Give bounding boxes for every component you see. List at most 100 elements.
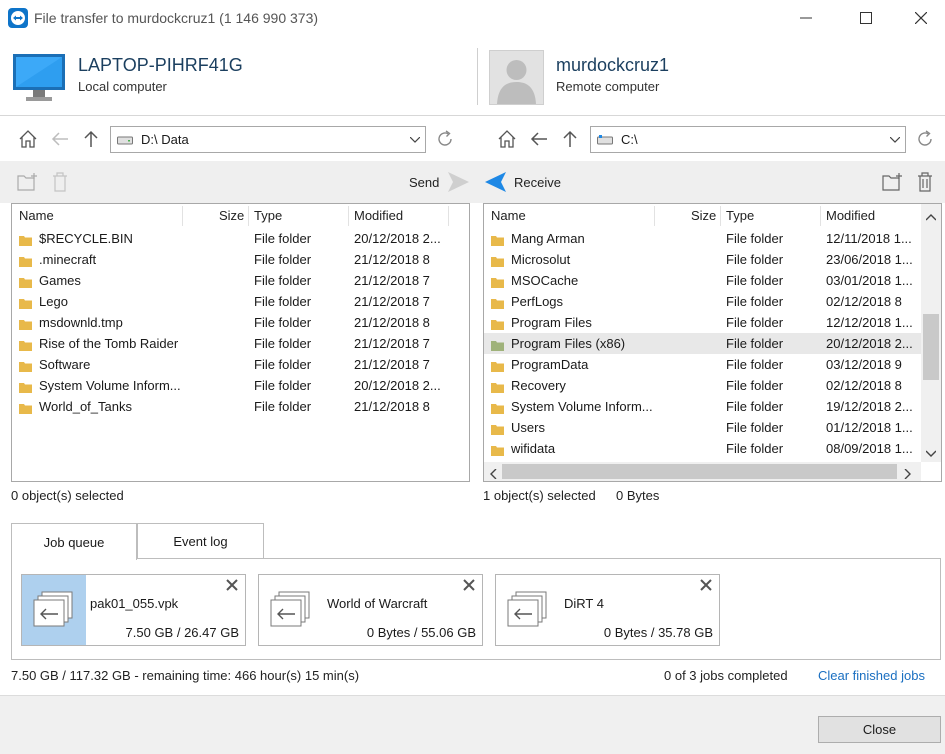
remote-file-list[interactable]: Name Size Type Modified Mang Arman File f… — [483, 203, 942, 482]
col-name[interactable]: Name — [19, 204, 54, 228]
job-card[interactable]: pak01_055.vpk 7.50 GB / 26.47 GB — [21, 574, 246, 646]
remote-delete-icon[interactable] — [913, 170, 937, 194]
remote-up-icon[interactable] — [558, 127, 582, 151]
file-row[interactable]: System Volume Inform... File folder 20/12/… — [12, 375, 469, 396]
scroll-down-icon[interactable] — [925, 445, 937, 460]
file-modified: 21/12/2018 8 — [354, 315, 430, 330]
minimize-button[interactable] — [778, 0, 834, 36]
col-type[interactable]: Type — [726, 204, 754, 228]
remote-refresh-icon[interactable] — [913, 127, 937, 151]
file-name: Program Files (x86) — [511, 336, 626, 351]
send-button[interactable]: Send — [409, 175, 439, 190]
file-name: System Volume Inform... — [39, 378, 181, 393]
file-row[interactable]: Software File folder 21/12/2018 7 — [12, 354, 469, 375]
file-type: File folder — [726, 294, 784, 309]
receive-button[interactable]: Receive — [514, 175, 561, 190]
remote-selection-bytes: 0 Bytes — [616, 488, 660, 503]
file-row[interactable]: Rise of the Tomb Raider File folder 21/12/… — [12, 333, 469, 354]
file-row[interactable]: Program Files File folder 12/12/2018 1... — [484, 312, 921, 333]
local-new-folder-icon[interactable] — [16, 170, 40, 194]
local-path-text: D:\ Data — [141, 132, 189, 147]
file-row[interactable]: PerfLogs File folder 02/12/2018 8 — [484, 291, 921, 312]
folder-icon — [491, 295, 504, 309]
file-row[interactable]: Recovery File folder 02/12/2018 8 — [484, 375, 921, 396]
file-modified: 23/06/2018 1... — [826, 252, 913, 267]
local-up-icon[interactable] — [79, 127, 103, 151]
file-row[interactable]: Lego File folder 21/12/2018 7 — [12, 291, 469, 312]
file-type: File folder — [726, 252, 784, 267]
local-file-list[interactable]: Name Size Type Modified $RECYCLE.BIN File… — [11, 203, 470, 482]
file-row[interactable]: msdownld.tmp File folder 21/12/2018 8 — [12, 312, 469, 333]
file-type: File folder — [726, 336, 784, 351]
local-back-icon[interactable] — [48, 127, 72, 151]
remote-back-icon[interactable] — [527, 127, 551, 151]
file-row[interactable]: System Volume Inform... File folder 19/12/… — [484, 396, 921, 417]
job-progress: 0 Bytes / 55.06 GB — [366, 625, 476, 640]
file-row[interactable]: Mang Arman File folder 12/11/2018 1... — [484, 228, 921, 249]
file-row[interactable]: ProgramData File folder 03/12/2018 9 — [484, 354, 921, 375]
scroll-thumb[interactable] — [923, 314, 939, 380]
file-name: PerfLogs — [511, 294, 564, 309]
close-button[interactable]: Close — [818, 716, 941, 743]
file-modified: 19/12/2018 2... — [826, 399, 913, 414]
remove-job-icon[interactable] — [462, 578, 476, 592]
col-modified[interactable]: Modified — [826, 204, 875, 228]
file-type: File folder — [726, 273, 784, 288]
scroll-left-icon[interactable] — [490, 467, 497, 481]
file-row[interactable]: Games File folder 21/12/2018 7 — [12, 270, 469, 291]
folder-icon — [491, 337, 504, 351]
vertical-scrollbar[interactable] — [921, 204, 941, 462]
file-row[interactable]: World_of_Tanks File folder 21/12/2018 8 — [12, 396, 469, 417]
file-name: Program Files — [511, 315, 592, 330]
folder-icon — [491, 442, 504, 456]
send-arrow-icon[interactable] — [446, 171, 470, 193]
col-type[interactable]: Type — [254, 204, 282, 228]
file-row[interactable]: $RECYCLE.BIN File folder 20/12/2018 2... — [12, 228, 469, 249]
remote-home-icon[interactable] — [495, 127, 519, 151]
remove-job-icon[interactable] — [225, 578, 239, 592]
local-refresh-icon[interactable] — [433, 127, 457, 151]
file-type: File folder — [726, 399, 784, 414]
tab-event-log[interactable]: Event log — [137, 523, 264, 559]
local-home-icon[interactable] — [16, 127, 40, 151]
job-card[interactable]: World of Warcraft 0 Bytes / 55.06 GB — [258, 574, 483, 646]
file-name: Recovery — [511, 378, 566, 393]
remote-computer-name: murdockcruz1 — [556, 55, 670, 75]
file-modified: 02/12/2018 8 — [826, 294, 902, 309]
file-row[interactable]: .minecraft File folder 21/12/2018 8 — [12, 249, 469, 270]
file-type: File folder — [726, 420, 784, 435]
col-name[interactable]: Name — [491, 204, 526, 228]
file-name: MSOCache — [511, 273, 579, 288]
col-size[interactable]: Size — [219, 204, 244, 228]
hscroll-thumb[interactable] — [502, 464, 897, 479]
receive-arrow-icon[interactable] — [484, 171, 508, 193]
file-row[interactable]: MSOCache File folder 03/01/2018 1... — [484, 270, 921, 291]
job-card[interactable]: DiRT 4 0 Bytes / 35.78 GB — [495, 574, 720, 646]
maximize-button[interactable] — [838, 0, 894, 36]
scroll-right-icon[interactable] — [904, 467, 911, 481]
remove-job-icon[interactable] — [699, 578, 713, 592]
col-size[interactable]: Size — [691, 204, 716, 228]
horizontal-scrollbar[interactable] — [484, 462, 921, 481]
remote-path-dropdown[interactable]: C:\ — [590, 126, 906, 153]
scroll-up-icon[interactable] — [925, 209, 937, 224]
file-modified: 12/11/2018 1... — [826, 231, 912, 246]
action-toolbar: Send Receive — [0, 161, 945, 203]
clear-finished-jobs-link[interactable]: Clear finished jobs — [818, 668, 925, 683]
remote-new-folder-icon[interactable] — [881, 170, 905, 194]
file-row[interactable]: wifidata File folder 08/09/2018 1... — [484, 438, 921, 459]
dialog-footer — [0, 695, 945, 754]
folder-icon — [491, 421, 504, 435]
local-path-dropdown[interactable]: D:\ Data — [110, 126, 426, 153]
file-type: File folder — [726, 441, 784, 456]
local-delete-icon[interactable] — [48, 170, 72, 194]
col-modified[interactable]: Modified — [354, 204, 403, 228]
file-row[interactable]: Users File folder 01/12/2018 1... — [484, 417, 921, 438]
close-window-button[interactable] — [897, 0, 945, 36]
tab-job-queue[interactable]: Job queue — [11, 523, 137, 560]
folder-icon — [19, 379, 32, 393]
local-computer-label: Local computer — [78, 79, 167, 94]
file-row[interactable]: Program Files (x86) File folder 20/12/2018… — [484, 333, 921, 354]
file-name: Games — [39, 273, 81, 288]
file-row[interactable]: Microsolut File folder 23/06/2018 1... — [484, 249, 921, 270]
